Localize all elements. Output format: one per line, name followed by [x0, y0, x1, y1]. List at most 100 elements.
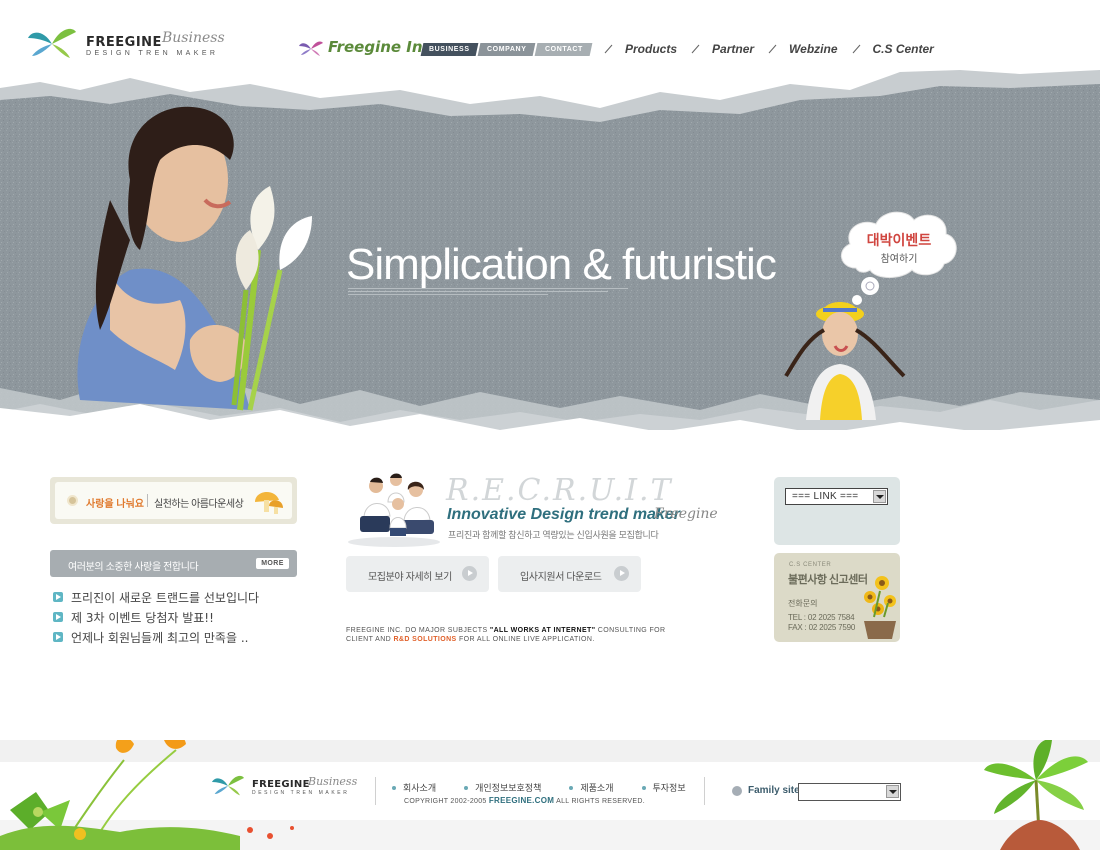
copyright-text: ALL RIGHTS RESERVED.	[554, 798, 645, 805]
tab-company[interactable]: COMPANY	[477, 43, 536, 56]
recruit-tagline: Innovative Design trend maker	[447, 506, 680, 523]
top-tab-buttons: BUSINESS COMPANY CONTACT	[420, 43, 593, 56]
butterfly-mini-icon	[299, 41, 323, 56]
play-bullet-icon	[53, 612, 63, 622]
notice-header: 여러분의 소중한 사랑을 전합니다 MORE	[50, 550, 297, 577]
cs-center-box[interactable]: C.S CENTER 불편사항 신고센터 전화문의 TEL : 02 2025 …	[774, 553, 900, 642]
play-bullet-icon	[53, 592, 63, 602]
view-positions-button[interactable]: 모집분야 자세히 보기	[346, 556, 489, 592]
cs-fax: FAX : 02 2025 7590	[788, 623, 856, 632]
play-bullet-icon	[53, 632, 63, 642]
chevron-down-icon	[873, 490, 886, 503]
button-label: 입사지원서 다운로드	[520, 572, 602, 583]
notice-item-text: 제 3차 이벤트 당첨자 발표!!	[71, 610, 214, 625]
footer-logo-script: Business	[308, 775, 358, 788]
chevron-down-icon	[886, 785, 899, 798]
list-item[interactable]: 프리진이 새로운 트랜드를 선보입니다	[53, 587, 259, 607]
recruit-heading: R.E.C.R.U.I.T	[446, 473, 673, 508]
notice-item-text: 프리진이 새로운 트랜드를 선보입니다	[71, 590, 260, 605]
footer-divider	[375, 777, 376, 805]
tab-business[interactable]: BUSINESS	[420, 43, 479, 56]
list-item[interactable]: 제 3차 이벤트 당첨자 발표!!	[53, 607, 259, 627]
hero-banner: Simplication & futuristic 대박이벤트 참여하기	[0, 70, 1100, 450]
footer-link-investor[interactable]: 투자정보	[641, 781, 686, 794]
select-value: === LINK ===	[792, 491, 859, 502]
site-logo[interactable]: FREEGINE Business DESIGN TREN MAKER	[26, 26, 236, 62]
copyright: COPYRIGHT 2002-2005 FREEGINE.com ALL RIG…	[404, 796, 645, 805]
butterfly-logo-icon	[28, 28, 76, 58]
statement-text: CONSULTING FOR	[595, 627, 666, 634]
hero-title: Simplication & futuristic	[346, 240, 777, 290]
nav-label: Webzine	[789, 42, 838, 56]
nav-label: C.S Center	[872, 42, 934, 56]
footer-link-label: 개인정보보호정책	[475, 783, 542, 793]
footer-link-label: 회사소개	[403, 783, 437, 793]
promo-divider	[147, 494, 148, 507]
nav-item-webzine[interactable]: Webzine	[768, 42, 838, 56]
nav-item-cs-center[interactable]: C.S Center	[852, 42, 934, 56]
logo-wordmark: FREEGINE	[86, 35, 162, 50]
statement-text: CLIENT AND	[346, 636, 394, 643]
cs-label: C.S CENTER	[789, 562, 832, 568]
footer-link-privacy[interactable]: 개인정보보호정책	[464, 781, 541, 794]
logo-tagline: DESIGN TREN MAKER	[86, 50, 219, 57]
hero-fine-text-lines	[348, 288, 628, 295]
dot-icon	[569, 785, 574, 790]
nav-item-partner[interactable]: Partner	[691, 42, 754, 56]
cs-tel: TEL : 02 2025 7584	[788, 613, 855, 622]
recruit-description: 프리진과 함께할 참신하고 역량있는 신입사원을 모집합니다	[448, 530, 659, 540]
event-title: 대박이벤트	[866, 233, 932, 249]
slash-icon	[768, 44, 777, 54]
slash-icon	[691, 44, 700, 54]
mushroom-icon	[255, 491, 283, 514]
statement-text: FOR ALL ONLINE LIVE APPLICATION.	[456, 636, 595, 643]
love-promo-banner[interactable]: 사랑을 나눠요 실천하는 아름다운세상	[50, 477, 297, 524]
family-site-select[interactable]	[798, 783, 901, 801]
event-bubble[interactable]: 대박이벤트 참여하기	[836, 206, 962, 336]
list-item[interactable]: 언제나 회원님들께 최고의 만족을 ..	[53, 627, 259, 647]
footer-links: 회사소개 개인정보보호정책 제품소개 투자정보	[392, 781, 714, 794]
footer-logo-wordmark: FREEGINE	[252, 779, 310, 790]
footer-link-label: 제품소개	[580, 783, 614, 793]
footer-link-label: 투자정보	[652, 783, 686, 793]
statement-highlight: R&D SOLUTIONS	[393, 636, 457, 643]
family-site-icon	[732, 786, 742, 796]
slash-icon	[852, 44, 860, 54]
recruit-script: Freegine	[654, 506, 718, 522]
notice-item-text: 언제나 회원님들께 최고의 만족을 ..	[71, 630, 249, 645]
tab-contact[interactable]: CONTACT	[534, 43, 593, 56]
sunflower-pot-icon	[864, 576, 896, 639]
event-subtitle: 참여하기	[880, 254, 918, 265]
link-select[interactable]: === LINK ===	[785, 488, 888, 505]
footer-logo[interactable]: FREEGINE Business DESIGN TREN MAKER	[210, 774, 360, 800]
notice-title: 여러분의 소중한 사랑을 전합니다	[68, 562, 199, 573]
copyright-site: FREEGINE.com	[488, 796, 555, 805]
cs-phone-label: 전화문의	[788, 599, 818, 608]
arrow-right-icon	[614, 566, 629, 581]
hero-fine-print	[348, 287, 638, 300]
footer-link-about[interactable]: 회사소개	[392, 781, 436, 794]
nav-label: Partner	[712, 42, 755, 56]
promo-dot-icon	[67, 495, 78, 506]
promo-text: 실천하는 아름다운세상	[154, 499, 244, 510]
family-site-label: Family site	[748, 785, 800, 796]
button-label: 모집분야 자세히 보기	[368, 572, 452, 583]
notice-list: 프리진이 새로운 트랜드를 선보입니다 제 3차 이벤트 당첨자 발표!! 언제…	[53, 587, 259, 647]
download-application-button[interactable]: 입사지원서 다운로드	[498, 556, 641, 592]
footer-logo-tagline: DESIGN TREN MAKER	[252, 790, 350, 796]
hero-title-main: Simplication	[346, 240, 572, 289]
dot-icon	[641, 785, 646, 790]
logo-script: Business	[162, 30, 225, 46]
slash-icon	[604, 44, 613, 54]
dot-icon	[464, 785, 469, 790]
footer-background	[0, 740, 1100, 850]
copyright-text: COPYRIGHT 2002-2005	[404, 798, 489, 805]
link-box: === LINK ===	[774, 477, 900, 545]
brand-name: Freegine Inc	[328, 38, 432, 56]
nav-item-products[interactable]: Products	[604, 42, 677, 56]
footer-divider	[704, 777, 705, 805]
more-button[interactable]: MORE	[256, 558, 289, 569]
butterfly-logo-icon	[212, 775, 244, 796]
promo-text-highlight: 사랑을 나눠요	[86, 499, 144, 510]
footer-link-products[interactable]: 제품소개	[569, 781, 614, 794]
